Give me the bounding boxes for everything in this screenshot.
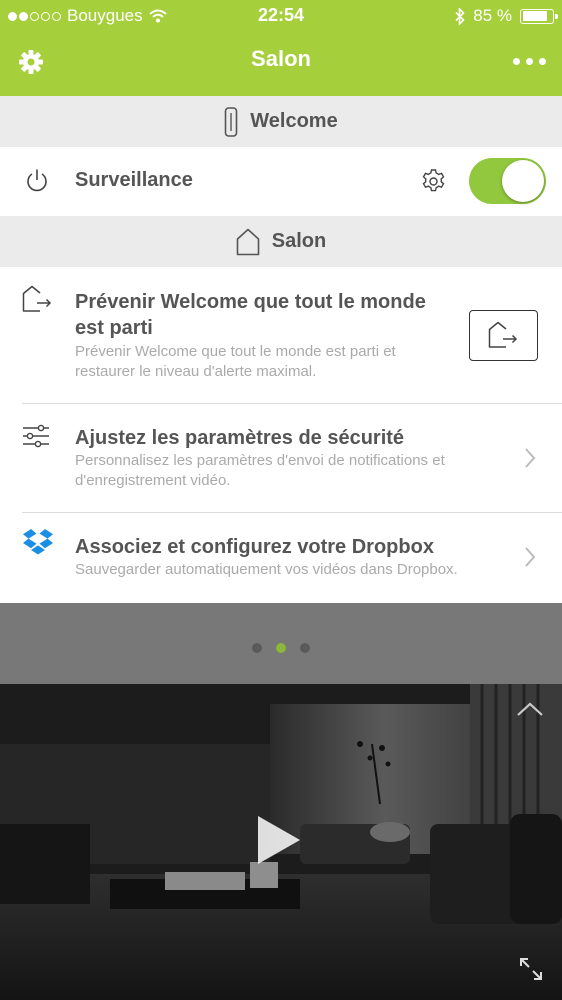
salon-section-title: Salon: [271, 230, 327, 252]
home-icon: [236, 228, 260, 255]
house-exit-icon: [488, 321, 517, 348]
toggle-knob: [502, 160, 544, 202]
top-bar: Bouygues 22:54 85 % Salon: [0, 0, 562, 96]
page-indicator-area[interactable]: [0, 603, 562, 684]
surveillance-row: Surveillance: [0, 147, 562, 216]
item-subtitle: Sauvegarder automatiquement vos vidéos d…: [75, 561, 458, 578]
bluetooth-icon: [455, 7, 465, 25]
item-title: Prévenir Welcome que tout le monde est p…: [75, 291, 426, 339]
battery-icon: [520, 8, 558, 24]
everyone-left-button[interactable]: [469, 310, 538, 361]
battery-percent: 85 %: [473, 6, 512, 25]
chevron-right-icon: [525, 448, 536, 468]
list-item-security-settings[interactable]: Ajustez les paramètres de sécurité Perso…: [0, 404, 562, 512]
chevron-up-icon[interactable]: [515, 700, 545, 718]
more-icon[interactable]: [513, 58, 546, 65]
chevron-right-icon: [525, 547, 536, 567]
surveillance-settings-icon[interactable]: [420, 168, 447, 195]
camera-video-feed[interactable]: [0, 684, 562, 1000]
item-subtitle: Personnalisez les paramètres d'envoi de …: [75, 452, 445, 489]
surveillance-toggle[interactable]: [469, 158, 546, 204]
welcome-camera-icon: [224, 106, 238, 137]
page-indicator[interactable]: [0, 643, 562, 653]
welcome-section-header: Welcome: [0, 96, 562, 147]
item-subtitle: Prévenir Welcome que tout le monde est p…: [75, 343, 396, 380]
item-title: Associez et configurez votre Dropbox: [75, 536, 434, 558]
welcome-section-title: Welcome: [250, 110, 338, 132]
navigation-bar: Salon: [0, 32, 562, 96]
page-dot[interactable]: [300, 643, 310, 653]
status-bar: Bouygues 22:54 85 %: [0, 0, 562, 32]
list-item-everyone-left[interactable]: Prévenir Welcome que tout le monde est p…: [0, 267, 562, 403]
fullscreen-icon[interactable]: [516, 954, 546, 984]
page-dot[interactable]: [252, 643, 262, 653]
page-dot-active[interactable]: [276, 643, 286, 653]
salon-section-header: Salon: [0, 216, 562, 267]
play-icon[interactable]: [252, 812, 304, 868]
page-title: Salon: [251, 46, 311, 71]
surveillance-label: Surveillance: [75, 169, 193, 191]
dropbox-icon: [23, 529, 53, 555]
power-icon: [27, 169, 47, 192]
list-item-dropbox[interactable]: Associez et configurez votre Dropbox Sau…: [0, 513, 562, 603]
house-exit-icon: [22, 285, 52, 312]
item-title: Ajustez les paramètres de sécurité: [75, 427, 405, 449]
sliders-icon: [23, 424, 49, 448]
